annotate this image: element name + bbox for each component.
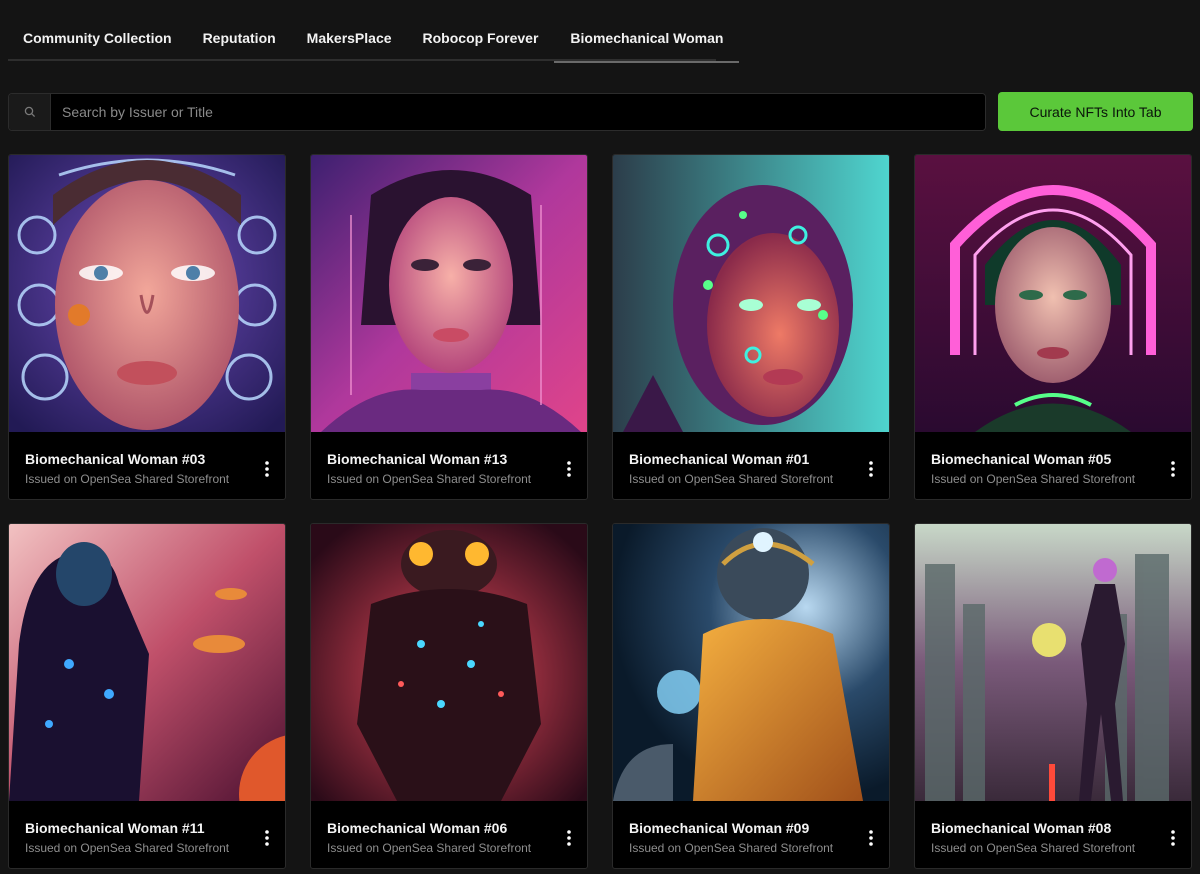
nft-title: Biomechanical Woman #05 [931,451,1112,467]
tab-robocop-forever[interactable]: Robocop Forever [423,0,539,61]
nft-issuer: Issued on OpenSea Shared Storefront [25,472,230,486]
nft-issuer: Issued on OpenSea Shared Storefront [629,472,834,486]
search-bar [8,93,986,131]
more-options-icon[interactable] [561,826,577,850]
nft-issuer: Issued on OpenSea Shared Storefront [327,472,532,486]
nft-title: Biomechanical Woman #13 [327,451,508,467]
nft-issuer: Issued on OpenSea Shared Storefront [931,841,1136,855]
search-input[interactable] [51,94,985,130]
nft-title: Biomechanical Woman #09 [629,820,810,836]
tab-reputation[interactable]: Reputation [203,0,276,61]
search-icon[interactable] [9,94,51,130]
more-options-icon[interactable] [863,457,879,481]
nft-issuer: Issued on OpenSea Shared Storefront [629,841,834,855]
nft-title: Biomechanical Woman #01 [629,451,810,467]
more-options-icon[interactable] [259,826,275,850]
nft-artwork[interactable] [9,155,285,432]
nft-card[interactable]: Biomechanical Woman #03 Issued on OpenSe… [8,154,286,500]
nft-title: Biomechanical Woman #08 [931,820,1112,836]
tab-biomechanical-woman[interactable]: Biomechanical Woman [554,0,740,63]
nft-artwork[interactable] [9,524,285,801]
more-options-icon[interactable] [1165,826,1181,850]
nft-artwork[interactable] [311,524,587,801]
more-options-icon[interactable] [259,457,275,481]
nft-issuer: Issued on OpenSea Shared Storefront [327,841,532,855]
nft-artwork[interactable] [915,155,1191,432]
nft-artwork[interactable] [311,155,587,432]
nft-title: Biomechanical Woman #11 [25,820,205,836]
nft-artwork[interactable] [915,524,1191,801]
nft-issuer: Issued on OpenSea Shared Storefront [25,841,230,855]
nft-issuer: Issued on OpenSea Shared Storefront [931,472,1136,486]
more-options-icon[interactable] [561,457,577,481]
more-options-icon[interactable] [1165,457,1181,481]
curate-nfts-button[interactable]: Curate NFTs Into Tab [998,92,1193,131]
nft-card[interactable]: Biomechanical Woman #06 Issued on OpenSe… [310,523,588,869]
more-options-icon[interactable] [863,826,879,850]
nft-artwork[interactable] [613,155,889,432]
nft-card[interactable]: Biomechanical Woman #13 Issued on OpenSe… [310,154,588,500]
nft-card[interactable]: Biomechanical Woman #11 Issued on OpenSe… [8,523,286,869]
nft-card[interactable]: Biomechanical Woman #09 Issued on OpenSe… [612,523,890,869]
nft-card[interactable]: Biomechanical Woman #08 Issued on OpenSe… [914,523,1192,869]
collection-tabs: Community Collection Reputation MakersPl… [8,0,740,63]
nft-card[interactable]: Biomechanical Woman #05 Issued on OpenSe… [914,154,1192,500]
nft-artwork[interactable] [613,524,889,801]
tab-makersplace[interactable]: MakersPlace [307,0,392,61]
tab-community-collection[interactable]: Community Collection [23,0,172,61]
nft-title: Biomechanical Woman #03 [25,451,206,467]
nft-card[interactable]: Biomechanical Woman #01 Issued on OpenSe… [612,154,890,500]
nft-title: Biomechanical Woman #06 [327,820,508,836]
